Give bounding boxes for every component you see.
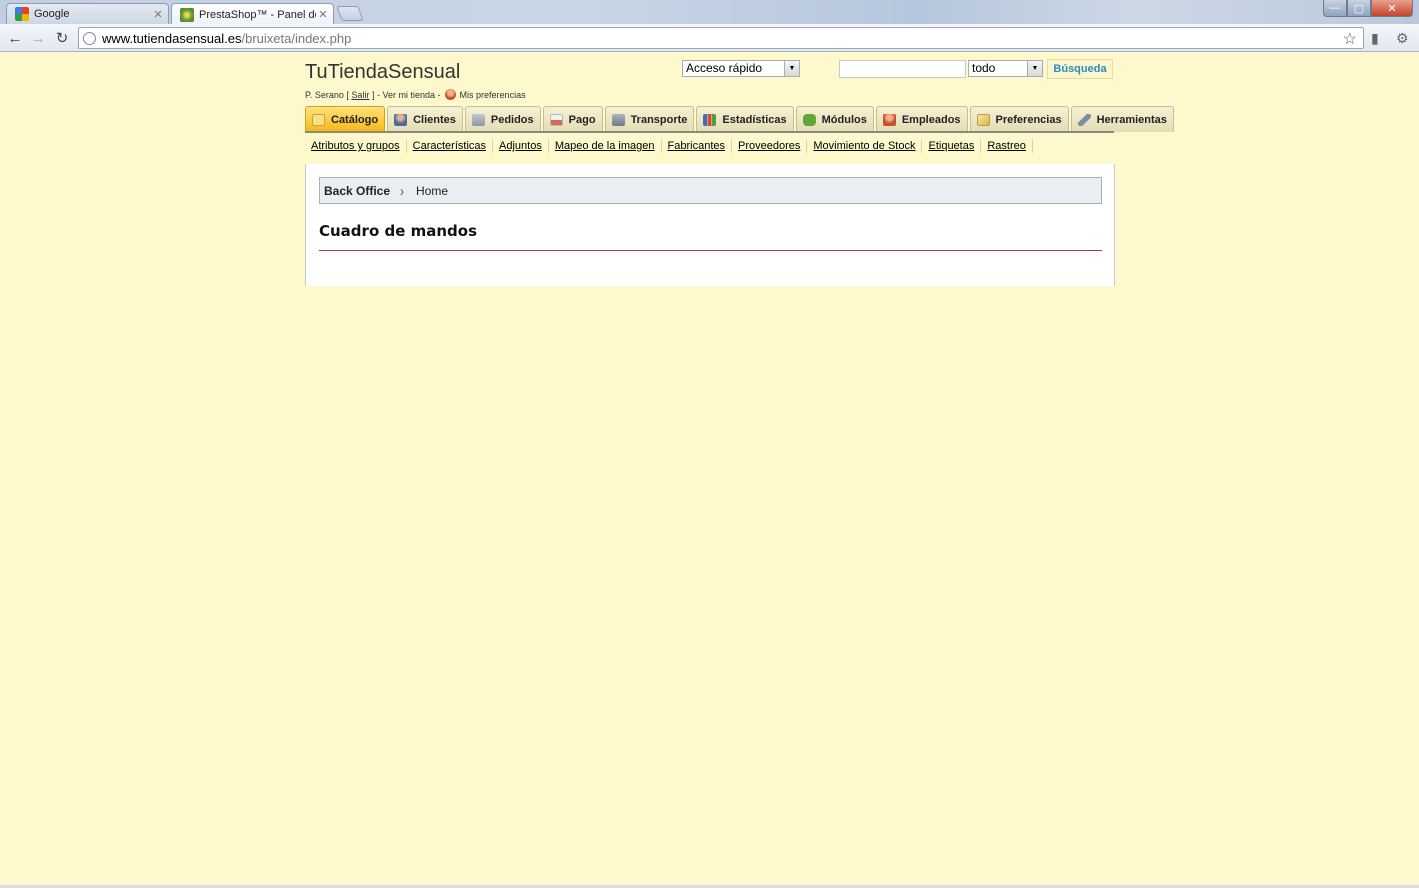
google-favicon-icon xyxy=(15,7,29,21)
tab-label: Empleados xyxy=(901,113,961,126)
search-scope-value: todo xyxy=(972,61,996,75)
browser-tab-google[interactable]: Google ✕ xyxy=(6,3,169,24)
search-button[interactable]: Búsqueda xyxy=(1047,59,1113,79)
maximize-button[interactable]: ▢ xyxy=(1347,0,1371,17)
tab-label: Catálogo xyxy=(331,113,379,126)
browser-titlebar: Google ✕ PrestaShop™ - Panel de adr ✕ — … xyxy=(0,0,1419,25)
modules-icon xyxy=(802,113,816,126)
user-info-line: P. Serano [ Salir ] - Ver mi tienda - Mi… xyxy=(305,89,526,100)
subnav-rastreo[interactable]: Rastreo xyxy=(981,139,1033,153)
chevron-right-icon: › xyxy=(400,182,405,199)
logout-link[interactable]: Salir xyxy=(351,90,369,100)
breadcrumb-current: Home xyxy=(416,183,449,198)
subnav-mapeo-imagen[interactable]: Mapeo de la imagen xyxy=(549,139,662,153)
shop-name: TuTiendaSensual xyxy=(305,61,461,83)
signal-bars-icon[interactable]: ▮ xyxy=(1371,30,1379,47)
back-arrow-icon[interactable]: ← xyxy=(5,29,25,47)
bracket-open: [ xyxy=(346,89,349,100)
tabs-divider xyxy=(305,131,1114,133)
page-title: Cuadro de mandos xyxy=(319,222,478,240)
tab-preferencias[interactable]: Preferencias xyxy=(969,106,1069,132)
tab-label: Pedidos xyxy=(490,113,534,126)
employees-icon xyxy=(882,113,896,126)
orders-icon xyxy=(471,113,485,126)
user-preferences-icon xyxy=(444,89,456,100)
reload-icon[interactable]: ↻ xyxy=(52,29,72,47)
tab-clientes[interactable]: Clientes xyxy=(387,106,463,132)
tab-estadisticas[interactable]: Estadísticas xyxy=(696,106,794,132)
close-tab-icon[interactable]: ✕ xyxy=(316,8,330,21)
tab-label: Preferencias xyxy=(995,113,1062,126)
url-path: /bruixeta/index.php xyxy=(241,30,352,46)
tools-icon xyxy=(1077,113,1091,126)
tab-title: Google xyxy=(34,8,70,20)
heading-divider xyxy=(319,250,1102,251)
new-tab-button[interactable] xyxy=(336,6,364,21)
tab-pedidos[interactable]: Pedidos xyxy=(464,106,541,132)
wrench-icon[interactable]: ⚙ xyxy=(1396,30,1409,47)
view-store-link[interactable]: Ver mi tienda xyxy=(383,90,436,100)
subnav-atributos[interactable]: Atributos y grupos xyxy=(305,139,407,153)
subnav-movimiento-stock[interactable]: Movimiento de Stock xyxy=(807,139,923,153)
globe-icon xyxy=(83,31,96,45)
bookmark-star-icon[interactable]: ☆ xyxy=(1343,29,1357,49)
prestashop-favicon-icon xyxy=(180,7,194,22)
forward-arrow-icon[interactable]: → xyxy=(28,29,48,47)
browser-tab-prestashop[interactable]: PrestaShop™ - Panel de adr ✕ xyxy=(171,3,334,25)
subnav-etiquetas[interactable]: Etiquetas xyxy=(922,139,982,153)
tab-label: Módulos xyxy=(821,113,867,126)
subnav-fabricantes[interactable]: Fabricantes xyxy=(662,139,732,153)
main-tabs: Catálogo Clientes Pedidos Pago Transport… xyxy=(305,106,1176,132)
tab-title: PrestaShop™ - Panel de adr xyxy=(199,8,316,21)
subnav-caracteristicas[interactable]: Características xyxy=(407,139,494,153)
quick-access-select[interactable]: Acceso rápido ▼ xyxy=(682,60,800,77)
preferences-icon xyxy=(976,113,990,126)
dropdown-arrow-icon[interactable]: ▼ xyxy=(1027,61,1042,76)
subnav-proveedores[interactable]: Proveedores xyxy=(732,139,808,153)
bracket-close: ] xyxy=(371,89,375,100)
customers-icon xyxy=(394,113,408,126)
breadcrumb: Back Office › Home xyxy=(319,177,1102,204)
main-content-panel: Back Office › Home Cuadro de mandos xyxy=(305,164,1115,286)
tab-empleados[interactable]: Empleados xyxy=(875,106,968,132)
tab-label: Herramientas xyxy=(1096,113,1167,126)
tab-modulos[interactable]: Módulos xyxy=(795,106,874,132)
tab-label: Transporte xyxy=(630,113,688,126)
minimize-button[interactable]: — xyxy=(1323,0,1347,17)
search-input[interactable] xyxy=(839,60,966,78)
stats-icon xyxy=(703,113,717,126)
tab-label: Pago xyxy=(568,113,596,126)
address-bar[interactable]: www.tutiendasensual.es/bruixeta/index.ph… xyxy=(78,27,1364,49)
tab-catalogo[interactable]: Catálogo xyxy=(305,106,386,132)
breadcrumb-root[interactable]: Back Office xyxy=(324,184,390,198)
prestashop-admin-page: TuTiendaSensual P. Serano [ Salir ] - Ve… xyxy=(0,53,1419,885)
dropdown-arrow-icon[interactable]: ▼ xyxy=(784,61,799,76)
url-host: www.tutiendasensual.es xyxy=(102,30,242,46)
separator: - xyxy=(437,89,441,100)
subnav-adjuntos[interactable]: Adjuntos xyxy=(493,139,549,153)
search-scope-select[interactable]: todo ▼ xyxy=(968,60,1043,77)
tab-pago[interactable]: Pago xyxy=(542,106,603,132)
close-tab-icon[interactable]: ✕ xyxy=(151,8,165,21)
my-preferences-link[interactable]: Mis preferencias xyxy=(460,90,526,100)
window-controls: — ▢ ✕ xyxy=(1323,0,1413,17)
separator: - xyxy=(376,89,380,100)
quick-access-value: Acceso rápido xyxy=(686,61,763,75)
user-name: P. Serano xyxy=(305,89,344,100)
payment-icon xyxy=(549,113,563,126)
catalog-subnav: Atributos y grupos Características Adjun… xyxy=(305,139,1033,153)
shipping-icon xyxy=(611,113,625,126)
tab-transporte[interactable]: Transporte xyxy=(604,106,695,132)
browser-toolbar: ← → ↻ www.tutiendasensual.es/bruixeta/in… xyxy=(0,24,1419,52)
tab-herramientas[interactable]: Herramientas xyxy=(1070,106,1174,132)
close-window-button[interactable]: ✕ xyxy=(1371,0,1413,17)
catalog-icon xyxy=(312,113,325,126)
tab-label: Estadísticas xyxy=(722,113,787,126)
tab-label: Clientes xyxy=(413,113,456,126)
